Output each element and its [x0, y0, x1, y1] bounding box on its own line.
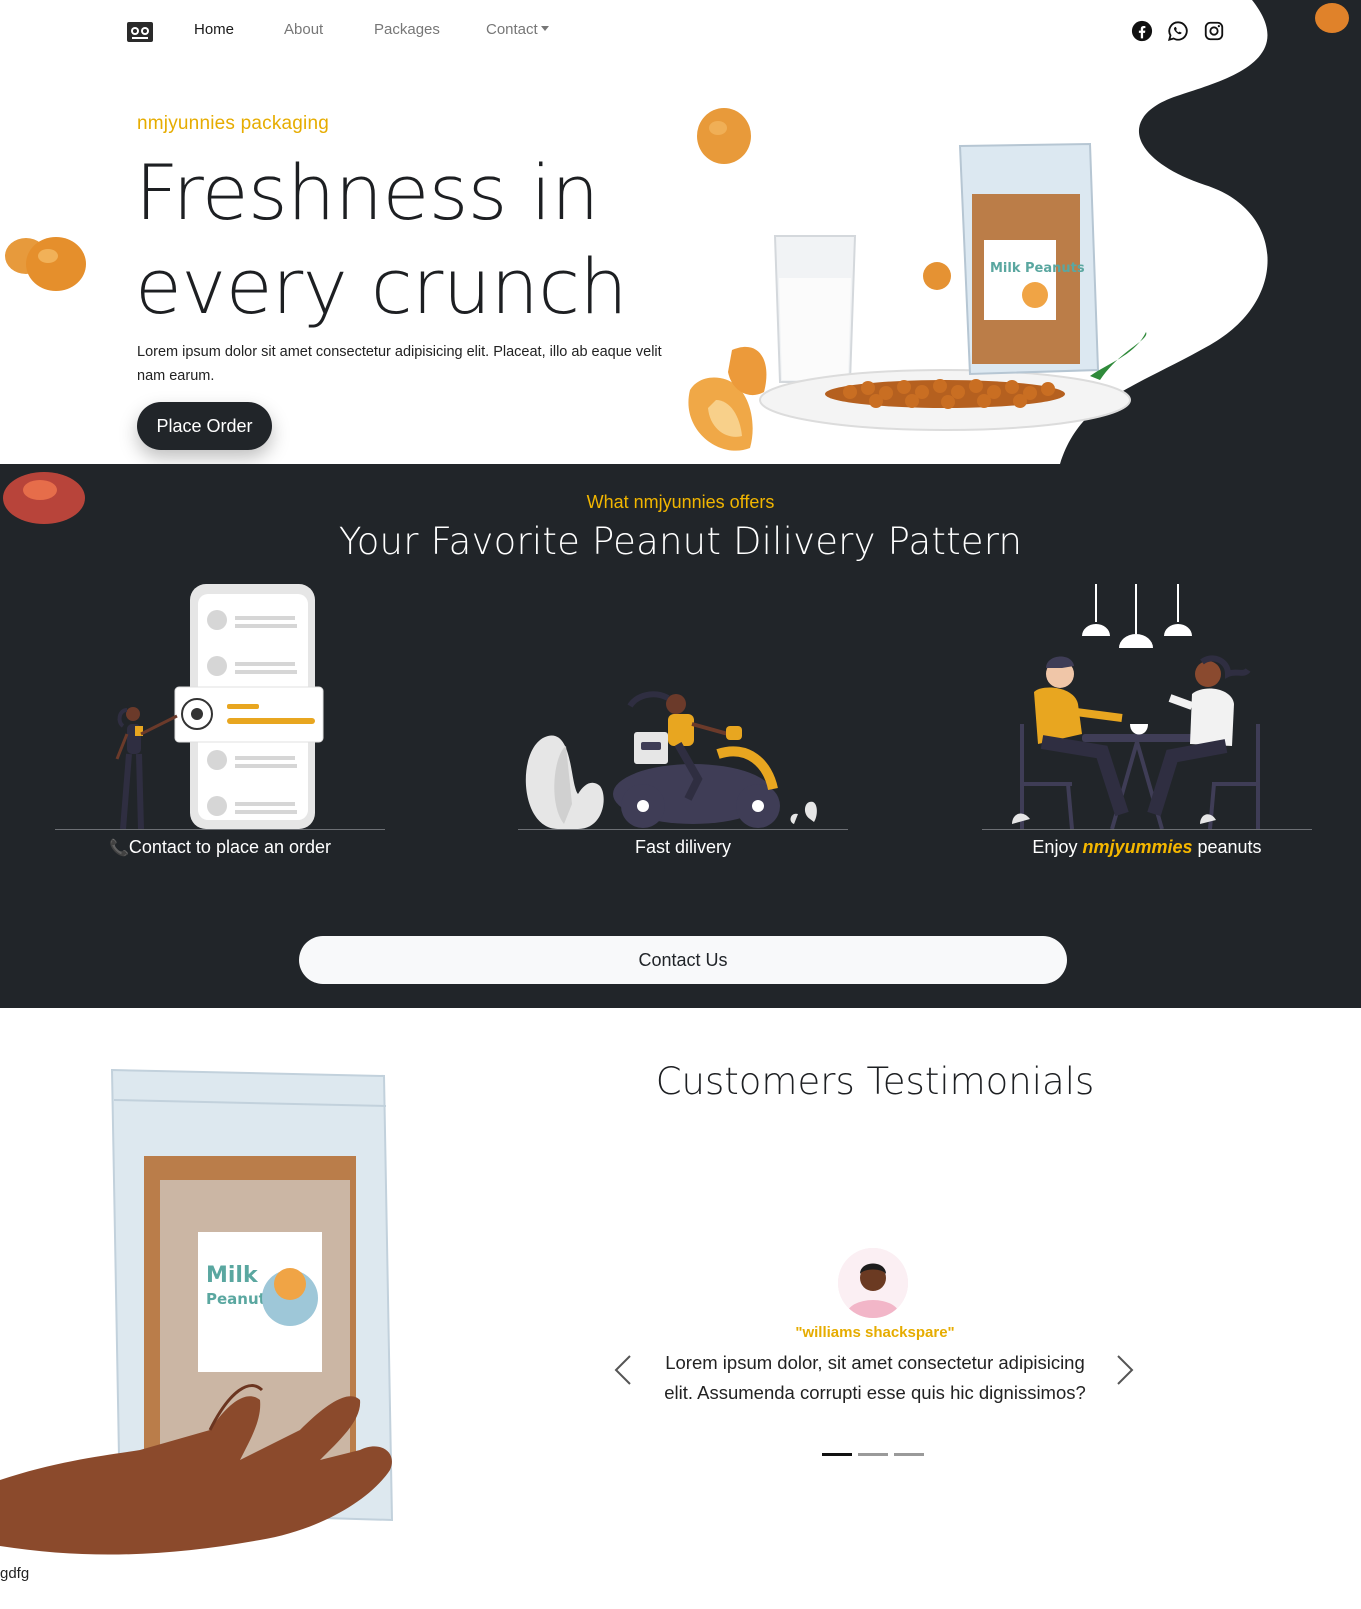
step-contact-text: Contact to place an order	[128, 837, 332, 857]
page: Home About Packages Contact nmjyunnies p…	[0, 0, 1361, 1609]
hero-description: Lorem ipsum dolor sit amet consectetur a…	[137, 344, 662, 384]
nav-about-link[interactable]: About	[284, 21, 323, 38]
step-divider	[55, 829, 385, 830]
chevron-down-icon	[540, 26, 549, 31]
instagram-icon[interactable]	[1203, 20, 1225, 42]
hero-section: Home About Packages Contact nmjyunnies p…	[0, 0, 1361, 464]
step-divider	[982, 829, 1312, 830]
phone-icon: 📞	[108, 840, 129, 857]
dining-illustration	[1012, 584, 1260, 829]
carousel-indicator-3[interactable]	[894, 1453, 924, 1456]
testimonial-avatar	[838, 1248, 908, 1318]
carousel-indicator-1[interactable]	[822, 1453, 852, 1456]
step-enjoy: Enjoy nmjyummies peanuts	[982, 584, 1312, 884]
hero-title-line2: every crunch	[135, 242, 628, 331]
scooter-delivery-illustration	[525, 691, 817, 829]
nav-contact-dropdown[interactable]: Contact	[486, 21, 549, 38]
carousel-prev-chevron-icon[interactable]	[612, 1353, 634, 1387]
nav-home-link[interactable]: Home	[194, 21, 234, 38]
nav-packages-link[interactable]: Packages	[374, 21, 440, 38]
step-enjoy-after: peanuts	[1192, 837, 1262, 857]
package-label-text: Milk Peanuts	[990, 261, 1085, 276]
step-enjoy-before: Enjoy	[1032, 837, 1083, 857]
offers-eyebrow: What nmjyunnies offers	[586, 492, 775, 512]
carousel-indicators	[822, 1453, 932, 1457]
phone-order-illustration	[115, 584, 324, 829]
offers-title: Your Favorite Peanut Dilivery Pattern	[338, 520, 1023, 563]
peanut-decoration-top-right	[1315, 3, 1349, 33]
package-label-milk: Milk	[206, 1263, 259, 1288]
step-delivery-caption: Fast dilivery	[634, 837, 732, 857]
step-divider	[518, 829, 848, 830]
hero-product-image: Milk Peanuts	[688, 108, 1147, 451]
carousel-indicator-2[interactable]	[858, 1453, 888, 1456]
product-in-hand-image: Milk Peanuts	[0, 1068, 394, 1555]
avatar-image	[838, 1248, 908, 1318]
place-order-button[interactable]: Place Order	[137, 402, 272, 450]
carousel-next-chevron-icon[interactable]	[1114, 1353, 1136, 1387]
whatsapp-icon[interactable]	[1167, 20, 1189, 42]
step-contact-caption: 📞Contact to place an order	[55, 837, 385, 858]
testimonial-quote: Lorem ipsum dolor, sit amet consectetur …	[664, 1352, 1086, 1403]
footer-text: gdfg	[0, 1565, 30, 1582]
facebook-icon[interactable]	[1131, 20, 1153, 42]
hero-title: Freshness in every crunch	[135, 146, 695, 334]
navbar: Home About Packages Contact	[0, 0, 1361, 62]
brand-emphasis: nmjyummies	[1082, 837, 1193, 857]
nav-contact-label: Contact	[486, 21, 538, 38]
testimonial-author: "williams shackspare"	[795, 1324, 955, 1341]
contact-us-button[interactable]: Contact Us	[299, 936, 1067, 984]
peanut-decoration-left	[5, 237, 86, 291]
brand-logo-icon[interactable]	[126, 20, 154, 44]
step-contact: 📞Contact to place an order	[55, 584, 385, 884]
offers-section: What nmjyunnies offers Your Favorite Pea…	[0, 464, 1361, 1008]
step-enjoy-caption: Enjoy nmjyummies peanuts	[982, 837, 1312, 858]
step-delivery: Fast dilivery	[518, 584, 848, 884]
testimonials-title: Customers Testimonials	[655, 1060, 1095, 1103]
testimonials-section: Milk Peanuts Customers Testimonials "wil…	[0, 1008, 1361, 1609]
hero-eyebrow: nmjyunnies packaging	[137, 113, 330, 134]
hero-title-line1: Freshness in	[135, 148, 599, 237]
